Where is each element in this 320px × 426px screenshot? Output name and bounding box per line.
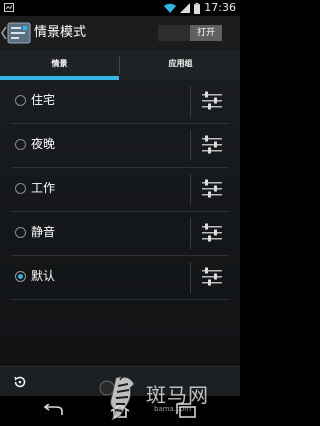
status-icons: 17:36 — [164, 1, 236, 15]
status-bar: 17:36 — [0, 0, 240, 16]
row-divider — [190, 218, 191, 249]
radio-button[interactable] — [15, 139, 26, 150]
profile-settings-icon[interactable] — [198, 176, 226, 202]
profile-settings-icon[interactable] — [198, 264, 226, 290]
tab-divider — [119, 56, 120, 74]
profile-row-work[interactable]: 工作 — [0, 168, 240, 211]
radio-button[interactable] — [15, 183, 26, 194]
reset-icon[interactable] — [12, 374, 28, 390]
watermark: 斑马网 bama.com — [98, 372, 240, 426]
page-title: 情景模式 — [34, 25, 87, 40]
back-icon[interactable] — [42, 404, 66, 418]
row-divider — [190, 86, 191, 117]
row-divider — [190, 262, 191, 293]
watermark-subtext: bama.com — [154, 405, 192, 413]
notification-icon — [4, 3, 14, 12]
tab-bar: 情景 应用组 — [0, 50, 240, 130]
profile-settings-icon[interactable] — [198, 132, 226, 158]
signal-icon — [180, 3, 191, 13]
profile-label: 住宅 — [31, 93, 56, 107]
profile-settings-icon[interactable] — [198, 88, 226, 114]
status-time: 17:36 — [204, 1, 236, 14]
profile-row-night[interactable]: 夜晚 — [0, 124, 240, 167]
switch-on-label: 打开 — [190, 25, 222, 41]
profiles-app-icon[interactable] — [7, 21, 31, 45]
row-divider — [190, 174, 191, 205]
tab-app-groups[interactable]: 应用组 — [121, 50, 240, 80]
profile-label: 工作 — [31, 181, 56, 195]
profile-list: 住宅 夜晚 工作 静音 默认 — [0, 80, 240, 366]
wifi-icon — [164, 3, 177, 13]
row-separator — [11, 299, 229, 300]
radio-button-checked[interactable] — [15, 271, 26, 282]
profile-label: 夜晚 — [31, 137, 56, 151]
profile-row-silent[interactable]: 静音 — [0, 212, 240, 255]
battery-icon — [194, 2, 201, 14]
zebra-logo-icon — [99, 376, 135, 421]
profile-row-default[interactable]: 默认 — [0, 256, 240, 299]
profile-label: 默认 — [31, 269, 56, 283]
action-bar: 情景模式 打开 — [0, 16, 240, 50]
profiles-switch[interactable]: 打开 — [158, 25, 222, 41]
radio-button[interactable] — [15, 227, 26, 238]
profile-label: 静音 — [31, 225, 56, 239]
profile-settings-icon[interactable] — [198, 220, 226, 246]
profile-row-home[interactable]: 住宅 — [0, 80, 240, 123]
watermark-text: 斑马网 — [146, 383, 209, 407]
row-divider — [190, 130, 191, 161]
radio-button[interactable] — [15, 95, 26, 106]
